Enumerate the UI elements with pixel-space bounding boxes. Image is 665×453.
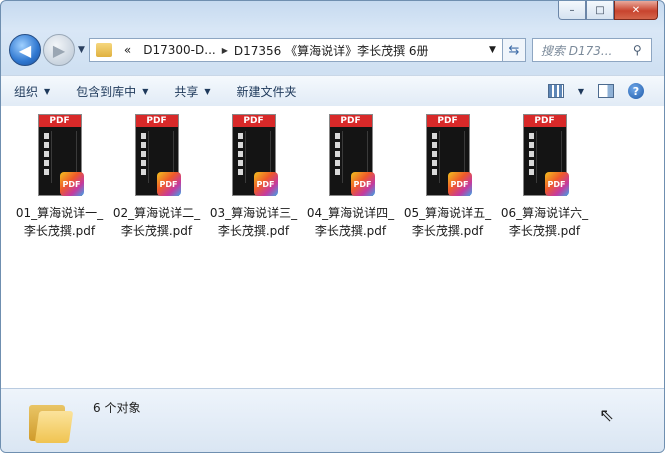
pdf-cover-label: PDF [135,115,178,127]
pdf-thumbnail-icon: PDF PDF [522,114,569,198]
pdf-cover-label: PDF [232,115,275,127]
file-name-line2: 李长茂撰.pdf [217,224,290,238]
new-folder-label: 新建文件夹 [236,84,297,99]
address-dropdown-icon[interactable]: ▼ [489,45,496,55]
organize-button[interactable]: 组织 ▼ [1,76,63,106]
chevron-down-icon: ▼ [142,86,149,96]
pdf-cover-label: PDF [329,115,372,127]
pdf-app-badge-icon: PDF [253,172,278,196]
file-name-line1: 04_算海说详四_ [306,206,395,220]
file-name: 03_算海说详三_ 李长茂撰.pdf [205,204,302,240]
file-name: 06_算海说详六_ 李长茂撰.pdf [496,204,593,240]
file-item[interactable]: PDF PDF 05_算海说详五_ 李长茂撰.pdf [399,114,496,240]
pdf-thumbnail-icon: PDF PDF [37,114,84,198]
file-item[interactable]: PDF PDF 01_算海说详一_ 李长茂撰.pdf [11,114,108,240]
file-item[interactable]: PDF PDF 04_算海说详四_ 李长茂撰.pdf [302,114,399,240]
pdf-thumbnail-icon: PDF PDF [425,114,472,198]
file-name-line1: 06_算海说详六_ [500,206,589,220]
item-count: 6 个对象 [93,401,141,415]
file-name-line1: 01_算海说详一_ [15,206,104,220]
file-grid: PDF PDF 01_算海说详一_ 李长茂撰.pdf PDF PDF 02_算海说详二_ 李长… [1,106,664,240]
pdf-app-badge-icon: PDF [447,172,472,196]
include-in-library-button[interactable]: 包含到库中 ▼ [63,76,161,106]
back-arrow-icon: ◀ [18,40,32,60]
file-name-line1: 02_算海说详二_ [112,206,201,220]
mouse-cursor-icon: ⇖ [599,405,615,426]
pdf-thumbnail-icon: PDF PDF [231,114,278,198]
command-bar: 组织 ▼ 包含到库中 ▼ 共享 ▼ 新建文件夹 ▼ ? [1,75,664,107]
details-pane: 6 个对象 ⇖ [1,388,664,452]
file-name-line2: 李长茂撰.pdf [314,224,387,238]
file-name-line2: 李长茂撰.pdf [23,224,96,238]
file-name: 05_算海说详五_ 李长茂撰.pdf [399,204,496,240]
refresh-button[interactable]: ⇆ [502,38,526,62]
forward-arrow-icon: ▶ [52,40,66,60]
share-label: 共享 [174,84,199,99]
file-item[interactable]: PDF PDF 03_算海说详三_ 李长茂撰.pdf [205,114,302,240]
breadcrumb-overflow[interactable]: « [118,43,137,57]
close-button[interactable]: ✕ [614,1,658,20]
pdf-cover-label: PDF [523,115,566,127]
organize-label: 组织 [14,84,39,99]
recent-pages-dropdown[interactable]: ▼ [78,45,85,55]
folder-icon [95,43,112,57]
file-name-line1: 05_算海说详五_ [403,206,492,220]
navigation-bar: ◀ ▶ ▼ « D17300-D... ▶ D17356 《算海说详》李长茂撰 … [9,31,656,69]
pdf-app-badge-icon: PDF [156,172,181,196]
file-name: 02_算海说详二_ 李长茂撰.pdf [108,204,205,240]
preview-pane-icon[interactable] [598,84,614,98]
share-button[interactable]: 共享 ▼ [161,76,223,106]
refresh-icon: ⇆ [508,42,520,58]
back-button[interactable]: ◀ [9,34,41,66]
maximize-button[interactable]: □ [586,1,614,20]
pdf-app-badge-icon: PDF [350,172,375,196]
search-box[interactable]: 搜索 D173... ⚲ [531,38,652,62]
file-name-line1: 03_算海说详三_ [209,206,298,220]
chevron-down-icon: ▼ [44,86,51,96]
minimize-button[interactable]: – [558,1,586,20]
file-name-line2: 李长茂撰.pdf [508,224,581,238]
change-view-icon[interactable] [547,84,564,98]
include-in-library-label: 包含到库中 [76,84,137,99]
pdf-app-badge-icon: PDF [544,172,569,196]
pdf-cover-label: PDF [38,115,81,127]
help-icon[interactable]: ? [628,83,644,99]
pdf-thumbnail-icon: PDF PDF [134,114,181,198]
file-name-line2: 李长茂撰.pdf [120,224,193,238]
file-name: 01_算海说详一_ 李长茂撰.pdf [11,204,108,240]
file-name-line2: 李长茂撰.pdf [411,224,484,238]
chevron-down-icon: ▼ [204,86,211,96]
view-options-dropdown-icon[interactable]: ▼ [578,87,584,96]
breadcrumb-item-current[interactable]: D17356 《算海说详》李长茂撰 6册 [228,42,435,59]
caption-buttons: – □ ✕ [558,1,658,20]
forward-button[interactable]: ▶ [43,34,75,66]
breadcrumb-item[interactable]: D17300-D... [137,43,221,57]
folder-large-icon [29,401,74,443]
explorer-window: – □ ✕ ◀ ▶ ▼ « D17300-D... ▶ D17356 《算海说详… [0,0,665,453]
pdf-app-badge-icon: PDF [59,172,84,196]
pdf-cover-label: PDF [426,115,469,127]
search-input[interactable]: 搜索 D173... [533,42,633,59]
new-folder-button[interactable]: 新建文件夹 [224,76,310,106]
file-name: 04_算海说详四_ 李长茂撰.pdf [302,204,399,240]
file-item[interactable]: PDF PDF 02_算海说详二_ 李长茂撰.pdf [108,114,205,240]
pdf-thumbnail-icon: PDF PDF [328,114,375,198]
file-item[interactable]: PDF PDF 06_算海说详六_ 李长茂撰.pdf [496,114,593,240]
address-bar[interactable]: « D17300-D... ▶ D17356 《算海说详》李长茂撰 6册 ▼ [88,38,503,62]
search-icon[interactable]: ⚲ [633,43,651,57]
file-list-area: PDF PDF 01_算海说详一_ 李长茂撰.pdf PDF PDF 02_算海说详二_ 李长… [1,106,664,388]
